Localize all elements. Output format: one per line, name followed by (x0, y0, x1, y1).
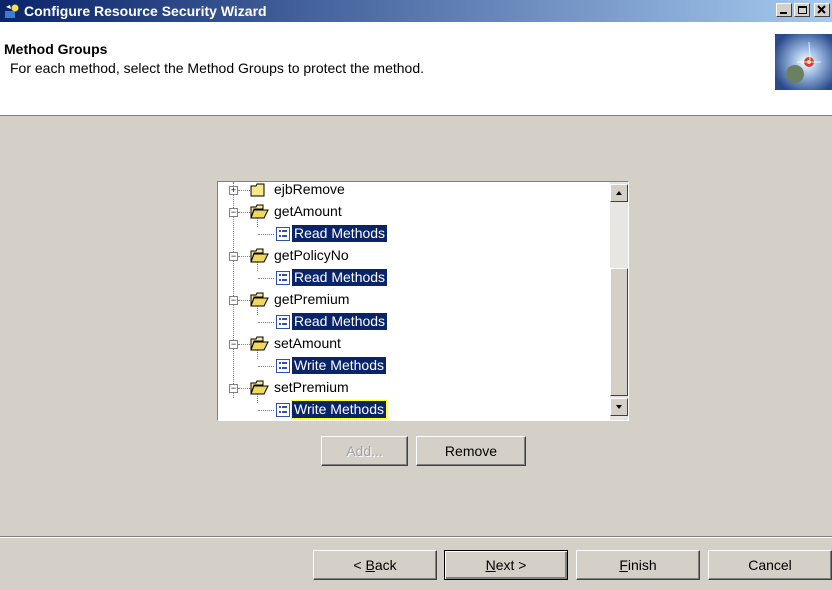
tree-vertical-scrollbar[interactable] (610, 182, 628, 420)
scroll-up-button[interactable] (610, 184, 628, 202)
tree-line (258, 322, 274, 323)
cancel-button-label: Cancel (748, 557, 792, 573)
close-icon (817, 5, 826, 14)
tree-node-label: getAmount (274, 203, 342, 219)
collapse-minus-icon[interactable]: − (229, 252, 238, 261)
method-group-icon (276, 359, 290, 373)
next-button[interactable]: Next > (444, 550, 568, 580)
collapse-minus-icon[interactable]: − (229, 384, 238, 393)
tree-node-label: ejbRemove (274, 182, 345, 197)
tree-node-group[interactable]: Read Methods (218, 311, 608, 333)
tree-node-label: getPolicyNo (274, 247, 349, 263)
scroll-down-button[interactable] (610, 398, 628, 416)
tree-line (258, 234, 274, 235)
tree-line (258, 366, 274, 367)
open-folder-icon (250, 204, 269, 219)
arrow-up-icon (616, 191, 622, 195)
maximize-button[interactable] (794, 3, 810, 17)
maximize-icon (798, 6, 807, 14)
open-folder-icon (250, 248, 269, 263)
open-folder-icon (250, 336, 269, 351)
method-group-icon (276, 403, 290, 417)
tree-line (238, 300, 250, 301)
wizard-header: Method Groups For each method, select th… (0, 22, 832, 116)
arrow-down-icon (616, 405, 622, 409)
method-group-icon (276, 271, 290, 285)
wizard-app-icon (5, 4, 19, 18)
tree-line (238, 344, 250, 345)
remove-button[interactable]: Remove (416, 436, 526, 466)
page-title: Method Groups (4, 41, 108, 57)
tree-node-method[interactable]: − getPolicyNo (218, 245, 608, 267)
tree-node-method[interactable]: + ejbRemove (218, 182, 608, 201)
wizard-banner-image (775, 34, 832, 90)
tree-node-method[interactable]: − setPremium (218, 377, 608, 399)
method-groups-tree[interactable]: + ejbRemove − getAmount Read Methods − g… (217, 181, 629, 421)
collapse-minus-icon[interactable]: − (229, 340, 238, 349)
collapse-minus-icon[interactable]: − (229, 208, 238, 217)
minimize-button[interactable] (776, 3, 792, 17)
minimize-icon (780, 12, 787, 14)
next-button-label: Next > (485, 557, 527, 573)
back-button[interactable]: < Back (313, 550, 437, 580)
tree-node-label: Read Methods (292, 225, 388, 242)
close-button[interactable] (814, 3, 830, 17)
tree-line (258, 410, 274, 411)
page-description: For each method, select the Method Group… (10, 60, 425, 76)
tree-content: + ejbRemove − getAmount Read Methods − g… (218, 182, 610, 420)
tree-node-label: Write Methods (292, 357, 386, 374)
tree-node-label: Read Methods (292, 269, 388, 286)
scroll-thumb[interactable] (610, 268, 628, 396)
method-group-icon (276, 315, 290, 329)
finish-button-label: Finish (619, 557, 657, 573)
method-group-icon (276, 227, 290, 241)
collapse-minus-icon[interactable]: − (229, 296, 238, 305)
tree-node-label: Read Methods (292, 313, 388, 330)
back-button-label: < Back (353, 557, 397, 573)
tree-node-label: getPremium (274, 291, 350, 307)
tree-line (238, 190, 250, 191)
tree-node-group[interactable]: Write Methods (218, 399, 608, 420)
tree-node-group[interactable]: Read Methods (218, 267, 608, 289)
add-button[interactable]: Add... (321, 436, 408, 466)
tree-line (258, 278, 274, 279)
tree-node-label: setAmount (274, 335, 341, 351)
tree-node-method[interactable]: − getPremium (218, 289, 608, 311)
window-titlebar[interactable]: Configure Resource Security Wizard (0, 0, 832, 22)
footer-separator (0, 536, 832, 538)
tree-line (238, 212, 250, 213)
tree-node-group[interactable]: Read Methods (218, 223, 608, 245)
cancel-button[interactable]: Cancel (708, 550, 832, 580)
tree-node-method[interactable]: − setAmount (218, 333, 608, 355)
open-folder-icon (250, 380, 269, 395)
tree-node-group[interactable]: Write Methods (218, 355, 608, 377)
tree-line (238, 388, 250, 389)
open-folder-icon (250, 292, 269, 307)
tree-line (238, 256, 250, 257)
tree-node-label: setPremium (274, 379, 349, 395)
expand-plus-icon[interactable]: + (229, 186, 238, 195)
tree-node-method[interactable]: − getAmount (218, 201, 608, 223)
finish-button[interactable]: Finish (576, 550, 700, 580)
folder-icon (250, 183, 265, 197)
window-title: Configure Resource Security Wizard (24, 3, 267, 19)
tree-node-label: Write Methods (291, 400, 387, 419)
